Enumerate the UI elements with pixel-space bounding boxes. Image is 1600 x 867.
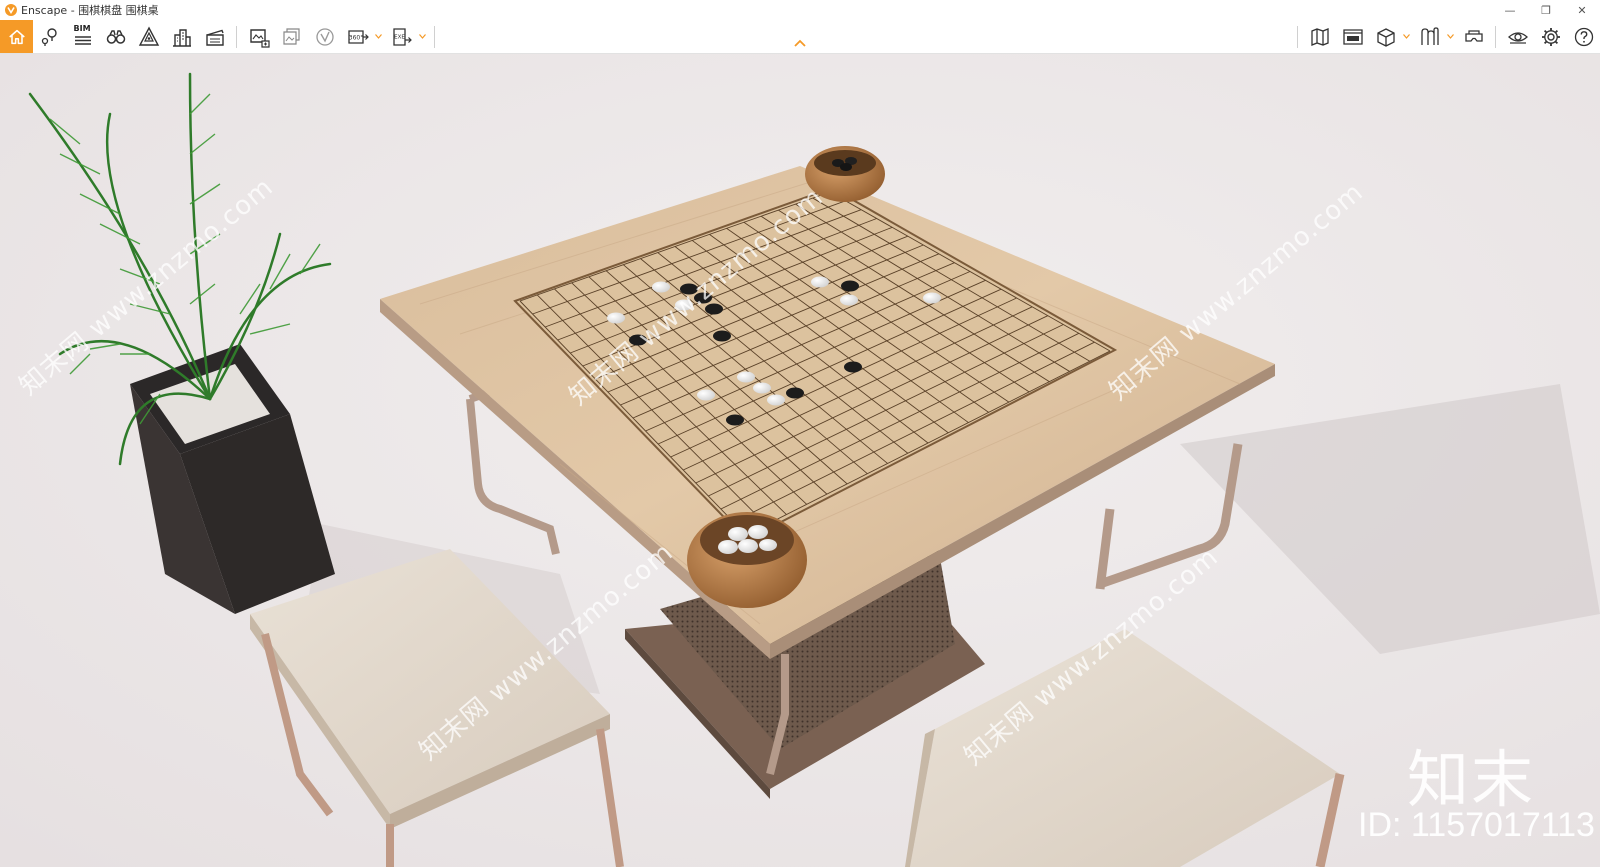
white-stone (811, 276, 829, 288)
toolbar-right-group (1292, 20, 1600, 53)
white-stone (652, 281, 670, 293)
close-button[interactable]: ✕ (1564, 0, 1600, 20)
toolbar-separator (236, 25, 237, 48)
minimize-button[interactable]: — (1492, 0, 1528, 20)
export-exe-icon: EXE (392, 27, 412, 46)
export-exe-button[interactable]: EXE (387, 22, 417, 52)
video-icon (315, 27, 334, 46)
restore-button[interactable]: ❐ (1528, 0, 1564, 20)
cube-icon (1376, 27, 1395, 47)
title-bar: Enscape - 围棋棋盘 围棋桌 — ❐ ✕ (0, 0, 1600, 20)
chevron-down-icon (1447, 34, 1454, 39)
collapse-toolbar-icon[interactable] (793, 38, 807, 48)
visual-settings-button[interactable] (1503, 22, 1533, 52)
help-button[interactable] (1569, 22, 1599, 52)
toolbar-separator (434, 25, 435, 48)
black-stone (841, 280, 859, 292)
screenshot-button[interactable] (244, 22, 274, 52)
window-controls: — ❐ ✕ (1492, 0, 1600, 20)
white-stone (607, 312, 625, 324)
buildings-icon (172, 28, 191, 47)
chevron-down-icon (375, 34, 382, 39)
binoculars-icon (106, 29, 125, 44)
panorama-dropdown[interactable] (374, 22, 383, 52)
chevron-down-icon (1403, 34, 1410, 39)
toolbar-separator (1495, 25, 1496, 48)
screenshot-icon (249, 28, 270, 48)
gear-icon (1541, 27, 1560, 46)
vr-headset-icon (1464, 29, 1483, 42)
enscape-logo-icon (5, 4, 17, 16)
pano-label: 360° (348, 34, 362, 41)
help-icon (1574, 27, 1593, 46)
home-button[interactable] (0, 20, 33, 53)
bim-label: BIM (73, 23, 91, 33)
binoculars-button[interactable] (101, 22, 131, 52)
brand-id: ID: 1157017113 (1358, 806, 1595, 844)
asset-dropdown[interactable] (1446, 22, 1455, 52)
batch-render-button[interactable] (277, 22, 307, 52)
buildings-button[interactable] (167, 22, 197, 52)
white-stone (697, 389, 715, 401)
render-viewport[interactable]: 知末网 www.znzmo.com 知末网 www.znzmo.com 知末网 … (0, 54, 1600, 867)
white-stone (923, 292, 941, 304)
white-stone (737, 371, 755, 383)
black-stone (713, 330, 731, 342)
window-title: Enscape - 围棋棋盘 围棋桌 (21, 4, 159, 17)
asset-library-button[interactable] (1415, 22, 1445, 52)
video-button[interactable] (310, 22, 340, 52)
export-dropdown[interactable] (418, 22, 427, 52)
cube-dropdown[interactable] (1402, 22, 1411, 52)
vr-headset-button[interactable] (1459, 22, 1489, 52)
map-pin-icon (41, 27, 57, 46)
render-window-button[interactable] (1338, 22, 1368, 52)
visual-settings-eye-icon (1507, 31, 1528, 44)
panorama-360-button[interactable]: 360° (343, 22, 373, 52)
black-stone (726, 414, 744, 426)
toolbar: BIM 360° EXE (0, 20, 1600, 54)
map-icon (1310, 27, 1329, 46)
chevron-down-icon (419, 34, 426, 39)
map-button[interactable] (1305, 22, 1335, 52)
batch-render-icon (282, 27, 300, 45)
home-icon (8, 29, 25, 44)
panorama-360-icon: 360° (347, 29, 369, 44)
black-stone (786, 387, 804, 399)
white-stone (753, 382, 771, 394)
bim-button[interactable]: BIM (68, 22, 98, 52)
white-stone (767, 394, 785, 406)
toolbar-left-group: BIM 360° EXE (0, 20, 440, 53)
exe-label: EXE (394, 34, 405, 40)
white-stone (840, 294, 858, 306)
section-view-button[interactable] (134, 22, 164, 52)
asset-library-icon (1420, 26, 1439, 45)
clapperboard-button[interactable] (200, 22, 230, 52)
clapperboard-icon (205, 29, 224, 46)
render-window-icon (1342, 28, 1363, 45)
cube-button[interactable] (1371, 22, 1401, 52)
black-stone (844, 361, 862, 373)
scene-render (0, 54, 1600, 867)
views-button[interactable] (35, 22, 65, 52)
toolbar-separator (1297, 25, 1298, 48)
settings-button[interactable] (1536, 22, 1566, 52)
section-view-icon (138, 26, 159, 46)
